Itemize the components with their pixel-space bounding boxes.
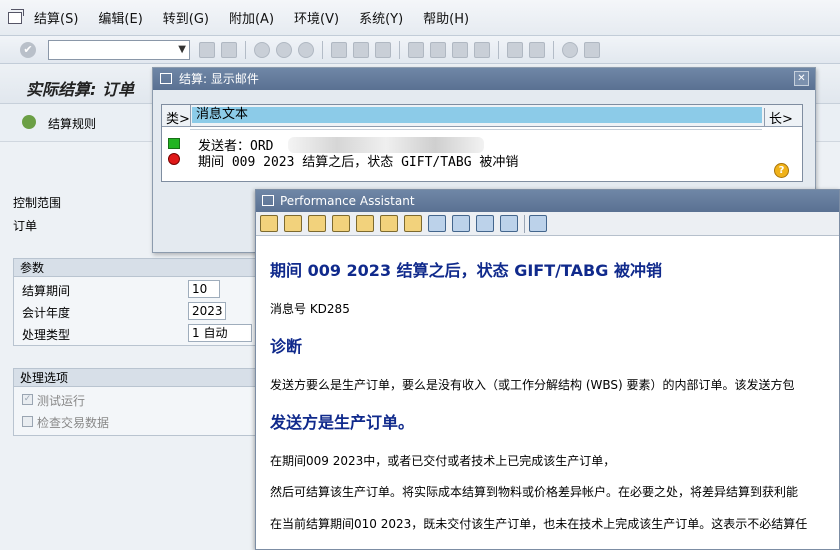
- column-separator: [190, 105, 191, 127]
- standard-toolbar: ✔ ▼: [0, 36, 840, 64]
- menu-environment[interactable]: 环境(V): [294, 8, 339, 27]
- processing-options-header: 处理选项: [14, 369, 272, 387]
- diagnosis-text: 发送方要么是生产订单，要么是没有收入（或工作分解结构 (WBS) 要素）的内部订…: [270, 378, 795, 392]
- dialog-title-bar: 结算: 显示邮件 ✕: [153, 68, 815, 90]
- layout-menu-icon[interactable]: [584, 41, 600, 58]
- command-field[interactable]: ▼: [48, 39, 190, 60]
- check-transaction-label: 检查交易数据: [37, 416, 110, 430]
- message-number: 消息号 KD285: [270, 302, 350, 316]
- help-icon[interactable]: [562, 41, 578, 58]
- enter-check-icon[interactable]: ✔: [20, 41, 36, 58]
- assistant-content: 期间 009 2023 结算之后，状态 GIFT/TABG 被冲销 消息号 KD…: [256, 237, 839, 549]
- menu-edit[interactable]: 编辑(E): [98, 8, 142, 27]
- row-divider: [190, 129, 762, 130]
- fiscal-year-input[interactable]: 2023: [188, 302, 226, 320]
- test-run-checkbox[interactable]: ✓: [22, 394, 33, 405]
- search-icon[interactable]: [380, 215, 398, 232]
- save-icon[interactable]: [221, 41, 237, 58]
- test-run-label: 测试运行: [37, 394, 86, 408]
- settlement-rule-icon[interactable]: [22, 115, 36, 129]
- table-row[interactable]: 期间 009 2023 结算之后，状态 GIFT/TABG 被冲销: [198, 151, 518, 170]
- period-input[interactable]: 10: [188, 280, 220, 298]
- period-label: 结算期间: [22, 284, 71, 298]
- success-status-icon: [168, 138, 180, 149]
- toolbar-separator: [498, 40, 499, 59]
- settlement-rule-button[interactable]: 结算规则: [48, 115, 96, 132]
- menu-extras[interactable]: 附加(A): [229, 8, 274, 27]
- processing-type-select[interactable]: 1 自动: [188, 324, 252, 342]
- column-text-header[interactable]: 消息文本: [192, 107, 762, 123]
- last-page-icon[interactable]: [474, 41, 490, 58]
- menu-settlement[interactable]: 结算(S): [34, 8, 78, 27]
- performance-assistant-window: Performance Assistant 期间 009 2023 结算之后，状…: [255, 189, 840, 550]
- processing-type-label: 处理类型: [22, 328, 71, 342]
- back-arrow-icon[interactable]: [260, 215, 278, 232]
- window-icon: [262, 195, 274, 206]
- check-transaction-checkbox[interactable]: [22, 416, 33, 427]
- first-page-icon[interactable]: [408, 41, 424, 58]
- menu-goto[interactable]: 转到(G): [163, 8, 209, 27]
- parameters-header: 参数: [14, 259, 272, 277]
- long-text-help-icon[interactable]: ?: [774, 163, 789, 178]
- paragraph-2: 然后可结算该生产订单。将实际成本结算到物料或价格差异帐户。在必要之处，将差异结算…: [270, 485, 799, 499]
- paragraph-1: 在期间009 2023中，或者已交付或者技术上已完成该生产订单，: [270, 454, 616, 468]
- link-icon[interactable]: [404, 215, 422, 232]
- new-session-icon[interactable]: [507, 41, 523, 58]
- menu-system[interactable]: 系统(Y): [359, 8, 403, 27]
- menu-help[interactable]: 帮助(H): [423, 8, 469, 27]
- cancel-icon[interactable]: [298, 41, 314, 58]
- close-icon[interactable]: ✕: [794, 71, 809, 86]
- close-icon[interactable]: [529, 215, 547, 232]
- technical-info-icon[interactable]: [332, 215, 350, 232]
- home-icon[interactable]: [308, 215, 326, 232]
- assistant-toolbar: [256, 212, 839, 236]
- message-table: 类> 消息文本 长> 发送者：ORD 期间 009 2023 结算之后，状态 G…: [161, 104, 803, 182]
- shortcut-icon[interactable]: [529, 41, 545, 58]
- forward-arrow-icon[interactable]: [284, 215, 302, 232]
- print-icon[interactable]: [452, 215, 470, 232]
- exit-icon[interactable]: [276, 41, 292, 58]
- chevron-down-icon[interactable]: ▼: [178, 44, 186, 55]
- edit-icon[interactable]: [356, 215, 374, 232]
- find-icon[interactable]: [476, 215, 494, 232]
- paragraph-3: 在当前结算期间010 2023，既未交付该生产订单，也未在技术上完成该生产订单。…: [270, 517, 808, 531]
- message-heading: 期间 009 2023 结算之后，状态 GIFT/TABG 被冲销: [270, 261, 662, 280]
- next-page-icon[interactable]: [452, 41, 468, 58]
- table-header: 类> 消息文本 长>: [162, 105, 802, 127]
- assistant-title-bar: Performance Assistant: [256, 190, 839, 212]
- diagnosis-heading: 诊断: [270, 337, 303, 356]
- window-icon: [160, 73, 172, 84]
- toolbar-separator: [322, 40, 323, 59]
- assistant-title: Performance Assistant: [280, 194, 415, 208]
- menu-bar: 结算(S) 编辑(E) 转到(G) 附加(A) 环境(V) 系统(Y) 帮助(H…: [0, 0, 840, 36]
- display-icon[interactable]: [428, 215, 446, 232]
- print-icon[interactable]: [331, 41, 347, 58]
- fiscal-year-label: 会计年度: [22, 306, 71, 320]
- back-icon[interactable]: [254, 41, 270, 58]
- sender-heading: 发送方是生产订单。: [270, 413, 415, 432]
- find-icon[interactable]: [353, 41, 369, 58]
- control-area-label: 控制范围: [13, 196, 62, 210]
- toolbar-separator: [399, 40, 400, 59]
- prev-page-icon[interactable]: [430, 41, 446, 58]
- document-icon[interactable]: [500, 215, 518, 232]
- error-status-icon: [168, 153, 180, 165]
- toolbar-separator: [245, 40, 246, 59]
- window-icon[interactable]: [8, 8, 24, 24]
- find-next-icon[interactable]: [375, 41, 391, 58]
- toolbar-separator: [553, 40, 554, 59]
- column-type-header[interactable]: 类>: [166, 108, 190, 127]
- back-double-icon[interactable]: [199, 41, 215, 58]
- order-label: 订单: [13, 219, 38, 233]
- toolbar-separator: [524, 214, 525, 233]
- dialog-title: 结算: 显示邮件: [179, 72, 259, 86]
- column-long-header[interactable]: 长>: [764, 108, 793, 127]
- page-title: 实际结算: 订单: [26, 80, 134, 99]
